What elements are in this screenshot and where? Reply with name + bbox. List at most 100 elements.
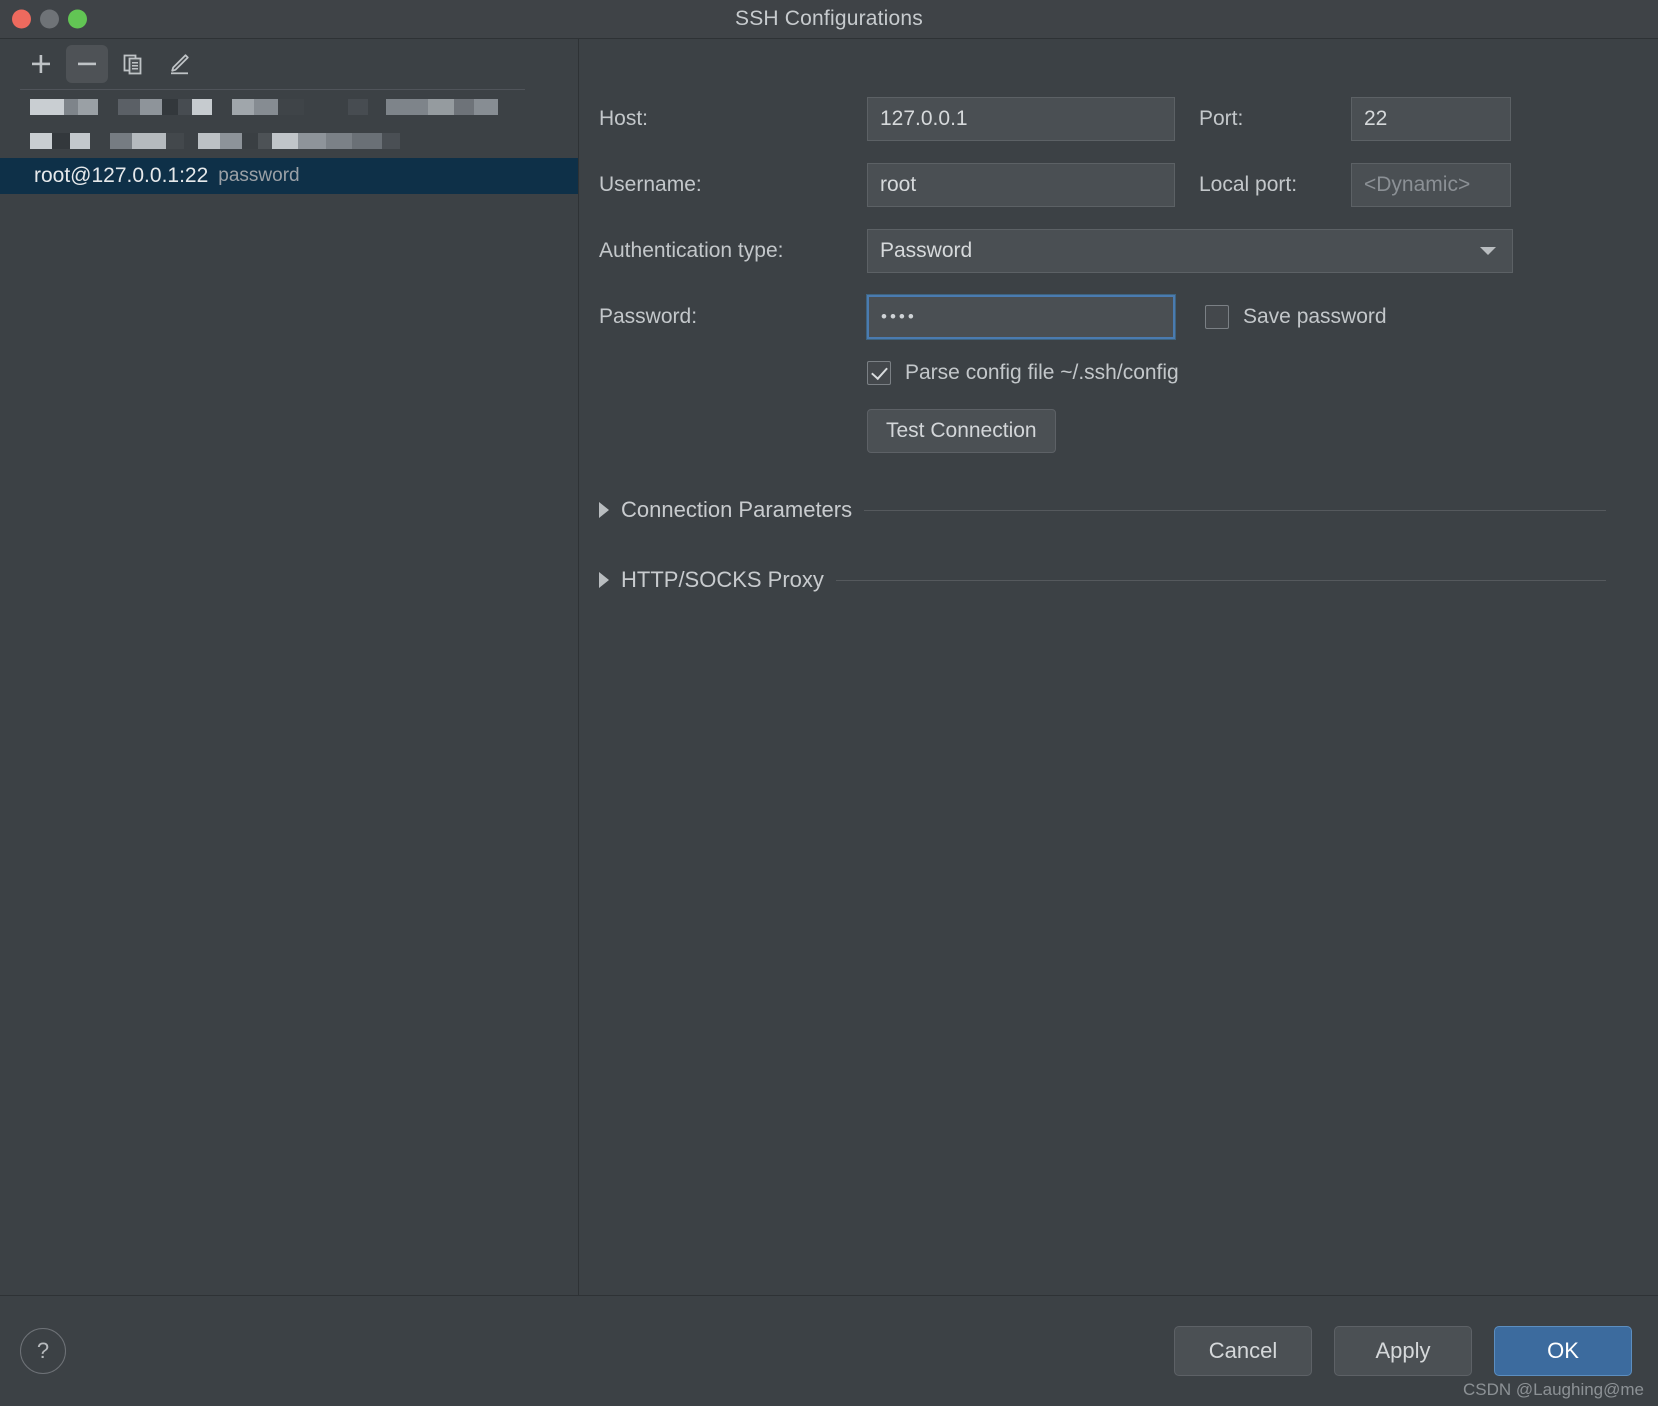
chevron-down-icon xyxy=(1480,247,1496,255)
redacted-block xyxy=(30,99,64,115)
configuration-form: Host: 127.0.0.1 Port: 22 Username: root … xyxy=(579,39,1658,1295)
parse-config-checkbox-group[interactable]: Parse config file ~/.ssh/config xyxy=(867,361,1618,385)
section-http-socks-proxy[interactable]: HTTP/SOCKS Proxy xyxy=(599,567,1618,593)
cancel-button[interactable]: Cancel xyxy=(1174,1326,1312,1376)
watermark: CSDN @Laughing@me xyxy=(1463,1380,1644,1399)
host-input[interactable]: 127.0.0.1 xyxy=(867,97,1175,141)
redacted-block xyxy=(140,99,162,115)
help-button[interactable]: ? xyxy=(20,1328,66,1374)
chevron-right-icon xyxy=(599,502,609,518)
password-input[interactable]: •••• xyxy=(866,294,1176,340)
minimize-window-button[interactable] xyxy=(40,9,59,29)
window-controls xyxy=(12,9,87,29)
edit-configuration-button[interactable] xyxy=(158,45,200,83)
redacted-block xyxy=(368,99,386,115)
host-row: Host: 127.0.0.1 Port: 22 xyxy=(599,97,1618,141)
save-password-checkbox[interactable] xyxy=(1205,305,1229,329)
copy-configuration-button[interactable] xyxy=(112,45,154,83)
save-password-checkbox-group[interactable]: Save password xyxy=(1205,305,1387,329)
redacted-block xyxy=(272,133,298,149)
redacted-block xyxy=(64,99,78,115)
redacted-block xyxy=(386,99,428,115)
password-row: Password: •••• Save password xyxy=(599,294,1618,340)
redacted-block xyxy=(98,99,118,115)
test-connection-button[interactable]: Test Connection xyxy=(867,409,1056,453)
authentication-type-row: Authentication type: Password xyxy=(599,229,1618,273)
username-input[interactable]: root xyxy=(867,163,1175,207)
redacted-block xyxy=(162,99,178,115)
redacted-block xyxy=(110,133,132,149)
redacted-block xyxy=(258,133,272,149)
port-input[interactable]: 22 xyxy=(1351,97,1511,141)
section-connection-parameters[interactable]: Connection Parameters xyxy=(599,497,1618,523)
ok-button[interactable]: OK xyxy=(1494,1326,1632,1376)
username-row: Username: root Local port: <Dynamic> xyxy=(599,163,1618,207)
port-label: Port: xyxy=(1199,107,1244,130)
section-divider xyxy=(835,579,1606,581)
redacted-block xyxy=(192,99,212,115)
redacted-block xyxy=(352,133,382,149)
list-item[interactable] xyxy=(0,124,578,158)
password-label: Password: xyxy=(599,305,698,328)
ssh-configurations-dialog: SSH Configurations root@127.0.0.1:22 pas… xyxy=(0,0,1658,1406)
redacted-block xyxy=(220,133,242,149)
configurations-sidebar: root@127.0.0.1:22 password xyxy=(0,39,579,1295)
redacted-block xyxy=(166,133,184,149)
pencil-icon xyxy=(171,54,189,75)
copy-icon xyxy=(123,54,142,75)
redacted-block xyxy=(304,99,348,115)
title-bar: SSH Configurations xyxy=(0,0,1658,39)
redacted-block xyxy=(78,99,98,115)
minus-icon xyxy=(78,62,96,66)
authentication-type-select[interactable]: Password xyxy=(867,229,1513,273)
redacted-block xyxy=(428,99,454,115)
configurations-list: root@127.0.0.1:22 password xyxy=(0,90,578,194)
username-label: Username: xyxy=(599,173,702,196)
redacted-block xyxy=(474,99,498,115)
sidebar-toolbar xyxy=(0,39,578,85)
close-window-button[interactable] xyxy=(12,9,31,29)
redacted-block xyxy=(212,99,232,115)
host-label: Host: xyxy=(599,107,649,130)
plus-icon xyxy=(32,55,50,73)
redacted-block xyxy=(242,133,258,149)
save-password-label: Save password xyxy=(1243,305,1387,328)
list-item-label: root@127.0.0.1:22 xyxy=(34,164,209,187)
apply-button[interactable]: Apply xyxy=(1334,1326,1472,1376)
test-connection-row: Test Connection xyxy=(867,409,1618,453)
authentication-type-label: Authentication type: xyxy=(599,239,784,262)
redacted-block xyxy=(178,99,192,115)
redacted-block xyxy=(30,133,52,149)
redacted-block xyxy=(52,133,70,149)
section-title: HTTP/SOCKS Proxy xyxy=(621,567,824,592)
list-item-selected[interactable]: root@127.0.0.1:22 password xyxy=(0,158,578,194)
list-item-auth-label: password xyxy=(218,165,300,186)
local-port-input[interactable]: <Dynamic> xyxy=(1351,163,1511,207)
parse-config-checkbox[interactable] xyxy=(867,361,891,385)
redacted-block xyxy=(382,133,400,149)
redacted-block xyxy=(132,133,166,149)
section-title: Connection Parameters xyxy=(621,497,853,522)
redacted-block xyxy=(254,99,278,115)
redacted-block xyxy=(90,133,110,149)
list-item[interactable] xyxy=(0,90,578,124)
redacted-block xyxy=(326,133,352,149)
local-port-label: Local port: xyxy=(1199,173,1298,196)
authentication-type-value: Password xyxy=(880,239,973,262)
redacted-block xyxy=(348,99,368,115)
window-title: SSH Configurations xyxy=(734,7,924,30)
parse-config-label: Parse config file ~/.ssh/config xyxy=(905,361,1179,384)
add-configuration-button[interactable] xyxy=(20,45,62,83)
section-divider xyxy=(864,509,1606,511)
chevron-right-icon xyxy=(599,572,609,588)
redacted-block xyxy=(70,133,90,149)
redacted-block xyxy=(198,133,220,149)
remove-configuration-button[interactable] xyxy=(66,45,108,83)
dialog-footer: ? Cancel Apply OK CSDN @Laughing@me xyxy=(0,1296,1658,1406)
redacted-block xyxy=(278,99,304,115)
zoom-window-button[interactable] xyxy=(68,9,87,29)
redacted-block xyxy=(118,99,140,115)
redacted-block xyxy=(184,133,198,149)
redacted-block xyxy=(454,99,474,115)
dialog-body: root@127.0.0.1:22 password Host: 127.0.0… xyxy=(0,39,1658,1296)
